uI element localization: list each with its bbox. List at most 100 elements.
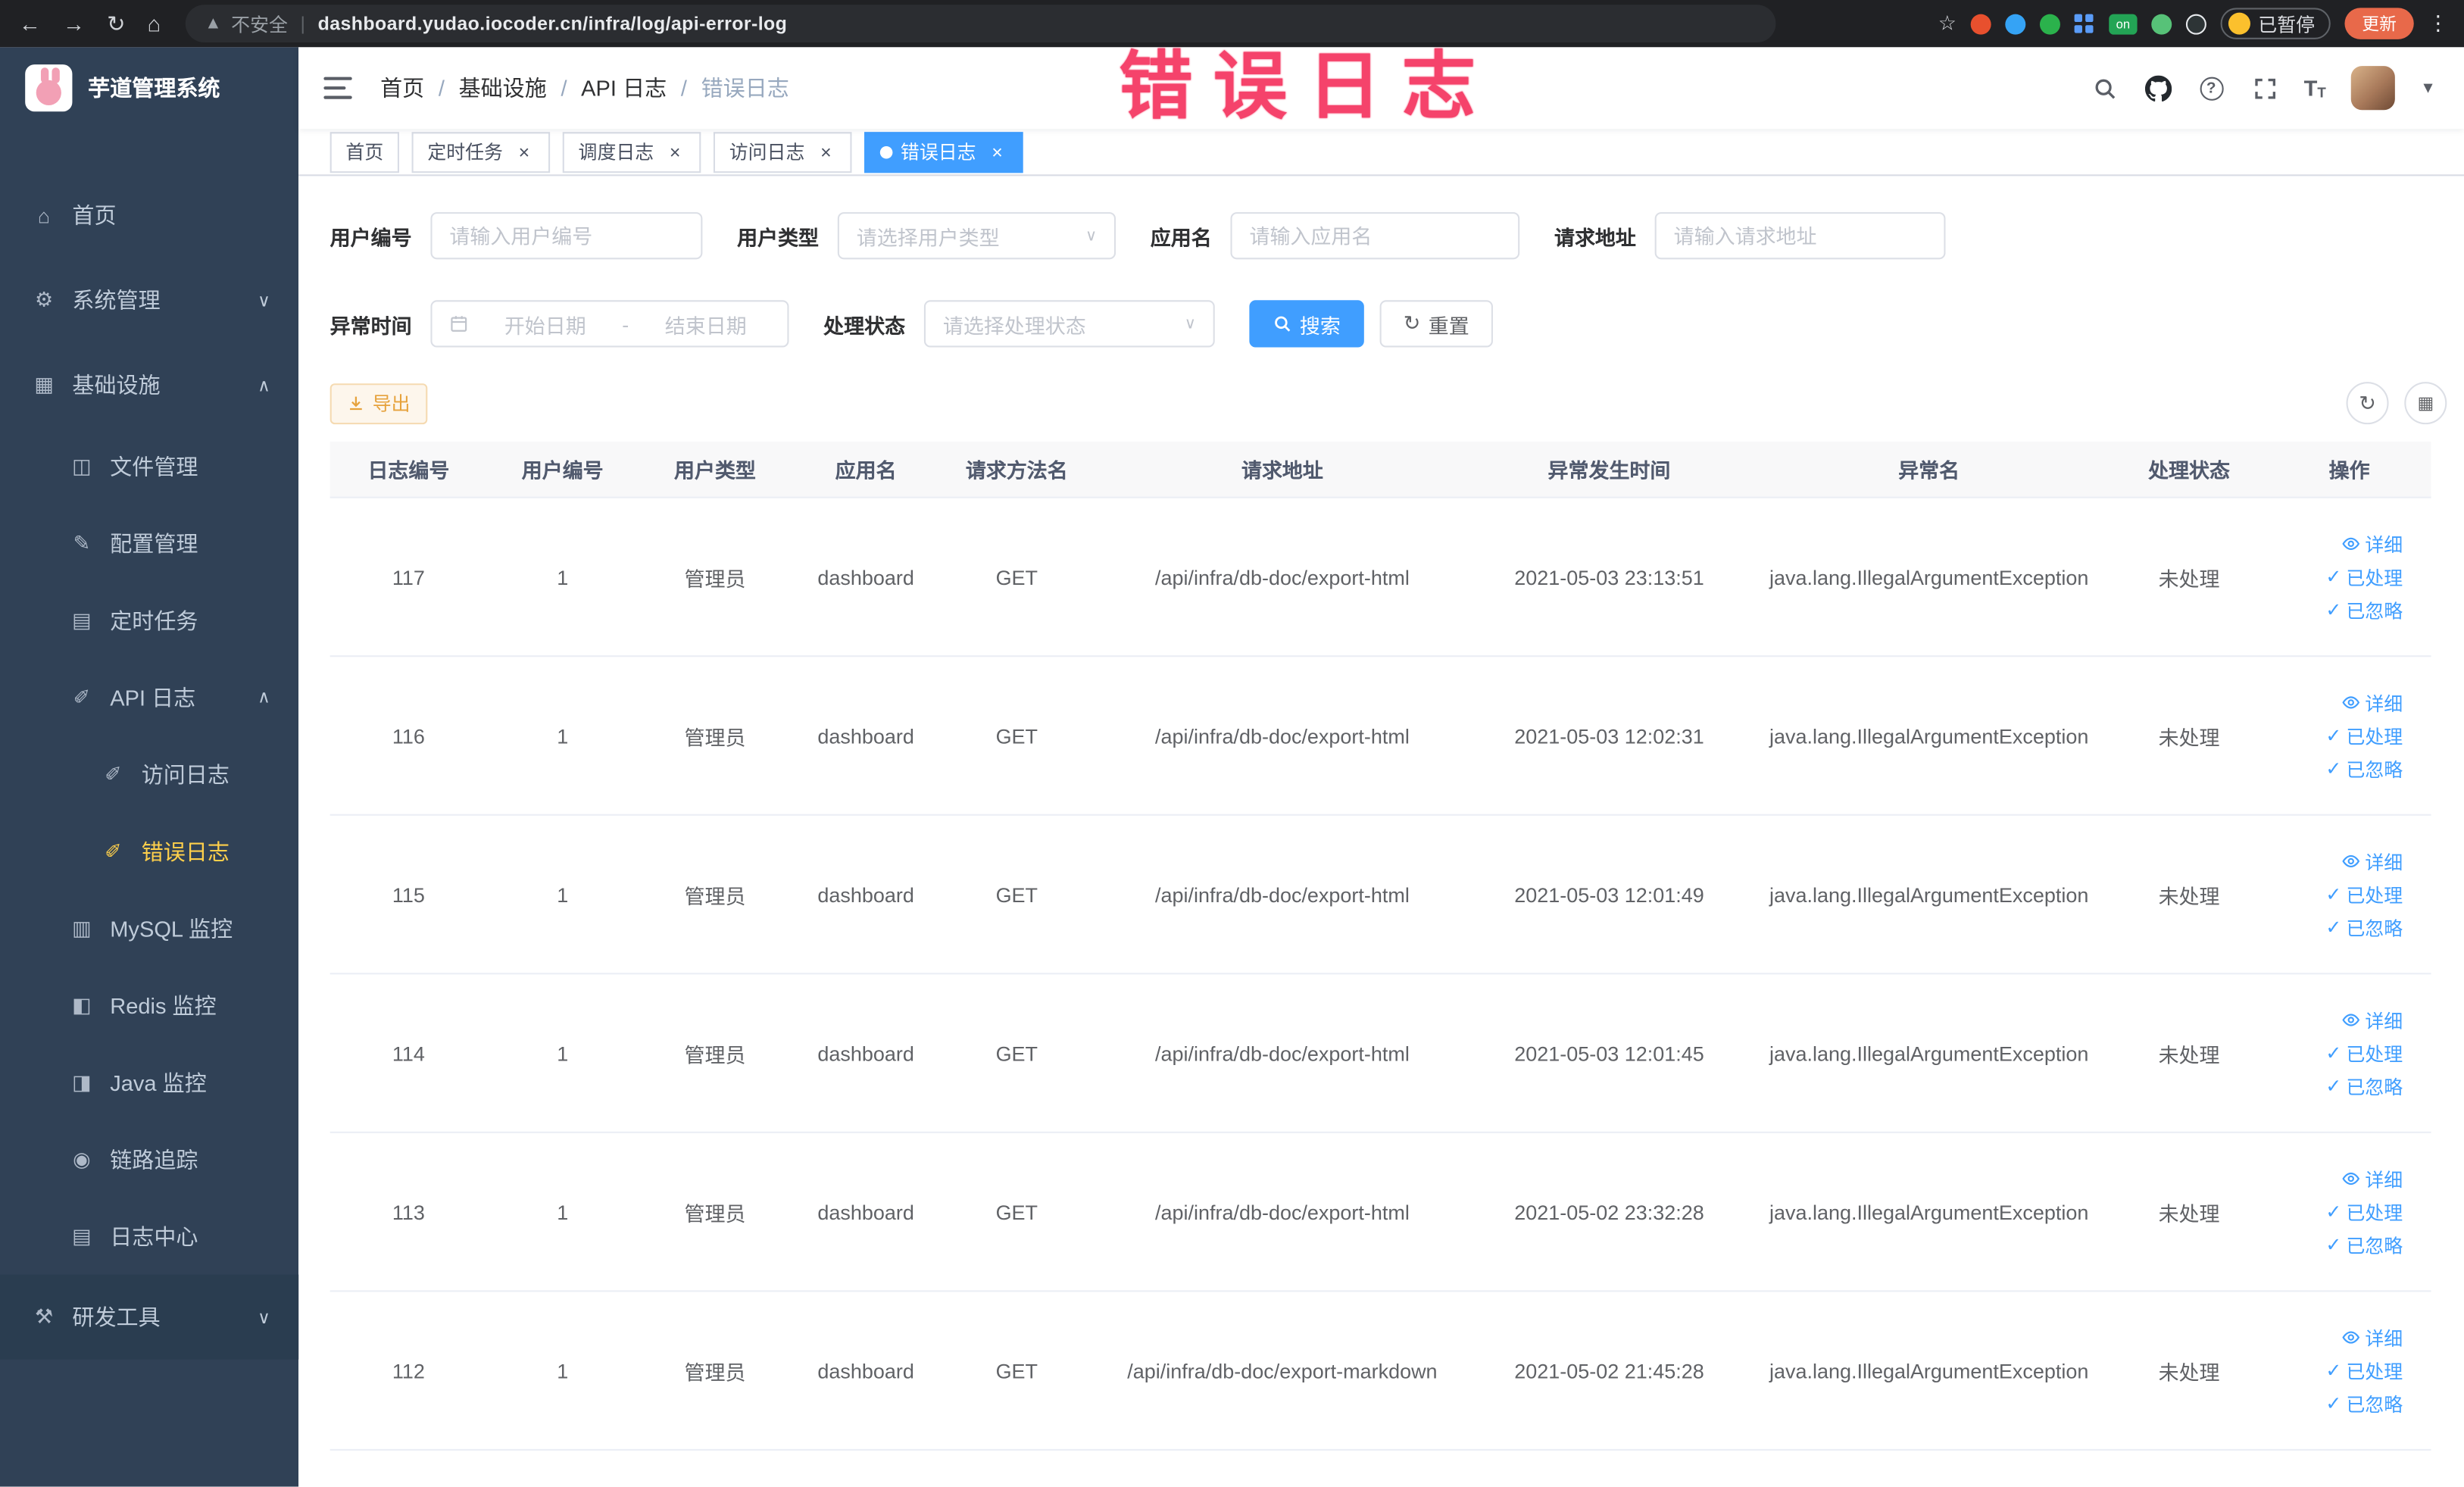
refresh-table-button[interactable]: ↻ xyxy=(2346,382,2389,425)
cell-user-id: 1 xyxy=(557,882,569,907)
detail-link[interactable]: 详细 xyxy=(2341,848,2403,874)
check-icon: ✓ xyxy=(2325,724,2342,747)
cell-actions: 详细 ✓ 已处理 ✓ 已忽略 xyxy=(2268,1165,2431,1257)
sidebar-item-error-log[interactable]: ✐ 错误日志 xyxy=(0,813,298,890)
tab-label: 定时任务 xyxy=(427,141,503,164)
tab-home[interactable]: 首页 xyxy=(329,131,400,173)
mark-processed-link[interactable]: ✓ 已处理 xyxy=(2325,881,2403,908)
detail-link[interactable]: 详细 xyxy=(2341,530,2403,557)
tab-error-log[interactable]: 错误日志 × xyxy=(864,131,1023,173)
cell-actions: 详细 ✓ 已处理 ✓ 已忽略 xyxy=(2268,530,2431,623)
column-header: 异常发生时间 xyxy=(1547,458,1671,483)
tab-access-log[interactable]: 访问日志 × xyxy=(714,131,852,173)
mark-processed-link[interactable]: ✓ 已处理 xyxy=(2325,722,2403,748)
user-type-select[interactable]: 请选择用户类型 ∨ xyxy=(837,212,1116,260)
mysql-monitor-icon: ▥ xyxy=(72,915,92,939)
sidebar-item-infra[interactable]: ▦ 基础设施 ∧ xyxy=(0,342,298,427)
check-icon: ✓ xyxy=(2325,758,2342,780)
profile-paused-badge[interactable]: 已暂停 xyxy=(2220,8,2331,39)
column-header: 日志编号 xyxy=(367,458,450,483)
export-button[interactable]: 导出 xyxy=(329,383,428,424)
forward-icon[interactable]: → xyxy=(63,11,85,36)
extension-on-badge[interactable]: on xyxy=(2109,13,2138,34)
mark-processed-link[interactable]: ✓ 已处理 xyxy=(2325,1198,2403,1225)
browser-menu-kebab-icon[interactable]: ⋮ xyxy=(2428,11,2448,36)
sidebar-item-config-manage[interactable]: ✎ 配置管理 xyxy=(0,505,298,582)
reset-button[interactable]: ↻ 重置 xyxy=(1379,300,1493,348)
cell-request-url: /api/infra/db-doc/export-markdown xyxy=(1127,1358,1438,1382)
breadcrumb-infra[interactable]: 基础设施 xyxy=(459,72,547,103)
close-icon[interactable]: × xyxy=(514,142,534,162)
app-logo[interactable]: 芋道管理系统 xyxy=(0,47,298,129)
extension-icon[interactable] xyxy=(2185,13,2206,34)
column-settings-button[interactable]: ▦ xyxy=(2404,382,2447,425)
column-header: 用户类型 xyxy=(674,458,756,483)
breadcrumb-api-log[interactable]: API 日志 xyxy=(581,72,667,103)
user-id-input[interactable] xyxy=(430,212,703,260)
sidebar-item-label: 链路追踪 xyxy=(110,1146,198,1172)
mark-processed-link[interactable]: ✓ 已处理 xyxy=(2325,1039,2403,1066)
reload-icon[interactable]: ↻ xyxy=(107,10,125,36)
chevron-up-icon: ∧ xyxy=(258,376,270,395)
user-avatar[interactable] xyxy=(2350,66,2396,111)
search-button[interactable]: 搜索 xyxy=(1249,300,1364,348)
mark-processed-link[interactable]: ✓ 已处理 xyxy=(2325,564,2403,590)
request-url-input[interactable] xyxy=(1654,212,1946,260)
fullscreen-icon[interactable] xyxy=(2250,74,2278,102)
sidebar-item-home[interactable]: ⌂ 首页 xyxy=(0,173,298,258)
browser-home-icon[interactable]: ⌂ xyxy=(147,11,161,36)
cell-exception-name: java.lang.IllegalArgumentException xyxy=(1769,1041,2089,1065)
close-icon[interactable]: × xyxy=(987,142,1007,162)
detail-link[interactable]: 详细 xyxy=(2341,1324,2403,1351)
mark-ignored-link[interactable]: ✓ 已忽略 xyxy=(2325,1390,2403,1417)
extension-icon[interactable] xyxy=(2039,13,2060,34)
mark-ignored-link[interactable]: ✓ 已忽略 xyxy=(2325,755,2403,782)
extension-icon[interactable] xyxy=(2151,13,2172,34)
mark-ignored-link[interactable]: ✓ 已忽略 xyxy=(2325,914,2403,940)
sidebar-item-dev-tools[interactable]: ⚒ 研发工具 ∨ xyxy=(0,1274,299,1360)
breadcrumb-home[interactable]: 首页 xyxy=(380,72,424,103)
app-name-input[interactable] xyxy=(1230,212,1520,260)
sidebar-item-java-monitor[interactable]: ◨ Java 监控 xyxy=(0,1044,298,1121)
sidebar-item-access-log[interactable]: ✐ 访问日志 xyxy=(0,736,298,813)
browser-update-button[interactable]: 更新 xyxy=(2344,8,2414,39)
extension-icon[interactable] xyxy=(1970,13,1991,34)
sidebar-item-trace[interactable]: ◉ 链路追踪 xyxy=(0,1120,298,1198)
tab-scheduled-jobs[interactable]: 定时任务 × xyxy=(411,131,551,173)
github-icon[interactable] xyxy=(2144,74,2172,102)
extension-icon[interactable] xyxy=(2005,13,2026,34)
detail-link[interactable]: 详细 xyxy=(2341,689,2403,716)
back-icon[interactable]: ← xyxy=(19,11,41,36)
export-button-label: 导出 xyxy=(372,392,411,415)
browser-nav-buttons: ← → ↻ ⌂ xyxy=(0,10,176,36)
mark-ignored-link[interactable]: ✓ 已忽略 xyxy=(2325,1232,2403,1258)
detail-link[interactable]: 详细 xyxy=(2341,1165,2403,1192)
mark-ignored-link[interactable]: ✓ 已忽略 xyxy=(2325,1073,2403,1099)
mark-processed-link[interactable]: ✓ 已处理 xyxy=(2325,1357,2403,1384)
sidebar-item-api-log[interactable]: ✐ API 日志 ∧ xyxy=(0,658,298,736)
font-size-icon[interactable]: TT xyxy=(2304,76,2326,101)
close-icon[interactable]: × xyxy=(665,142,685,162)
close-icon[interactable]: × xyxy=(816,142,836,162)
address-bar[interactable]: ▲ 不安全 | dashboard.yudao.iocoder.cn/infra… xyxy=(186,5,1776,43)
extension-grid-icon[interactable] xyxy=(2074,13,2095,34)
hamburger-icon[interactable] xyxy=(323,77,352,99)
bookmark-star-icon[interactable]: ☆ xyxy=(1938,11,1957,36)
sidebar-item-log-center[interactable]: ▤ 日志中心 xyxy=(0,1198,298,1275)
help-icon[interactable]: ? xyxy=(2197,74,2225,102)
process-status-select[interactable]: 请选择处理状态 ∨ xyxy=(923,300,1215,348)
tab-schedule-log[interactable]: 调度日志 × xyxy=(562,131,701,173)
sidebar-item-label: 错误日志 xyxy=(141,838,230,864)
cell-exception-time: 2021-05-03 12:01:49 xyxy=(1514,882,1704,907)
sidebar-item-scheduled-jobs[interactable]: ▤ 定时任务 xyxy=(0,582,298,659)
sidebar-item-mysql-monitor[interactable]: ▥ MySQL 监控 xyxy=(0,889,298,967)
header-search-icon[interactable] xyxy=(2090,74,2118,102)
date-range-picker[interactable]: 开始日期 - 结束日期 xyxy=(430,300,789,348)
sidebar-item-system[interactable]: ⚙ 系统管理 ∨ xyxy=(0,258,298,342)
sidebar-item-file-manage[interactable]: ◫ 文件管理 xyxy=(0,427,298,505)
mark-ignored-link[interactable]: ✓ 已忽略 xyxy=(2325,596,2403,623)
cell-actions: 详细 ✓ 已处理 ✓ 已忽略 xyxy=(2268,689,2431,782)
avatar-caret-down-icon[interactable]: ▼ xyxy=(2420,80,2436,97)
detail-link[interactable]: 详细 xyxy=(2341,1007,2403,1033)
sidebar-item-redis-monitor[interactable]: ◧ Redis 监控 xyxy=(0,967,298,1044)
